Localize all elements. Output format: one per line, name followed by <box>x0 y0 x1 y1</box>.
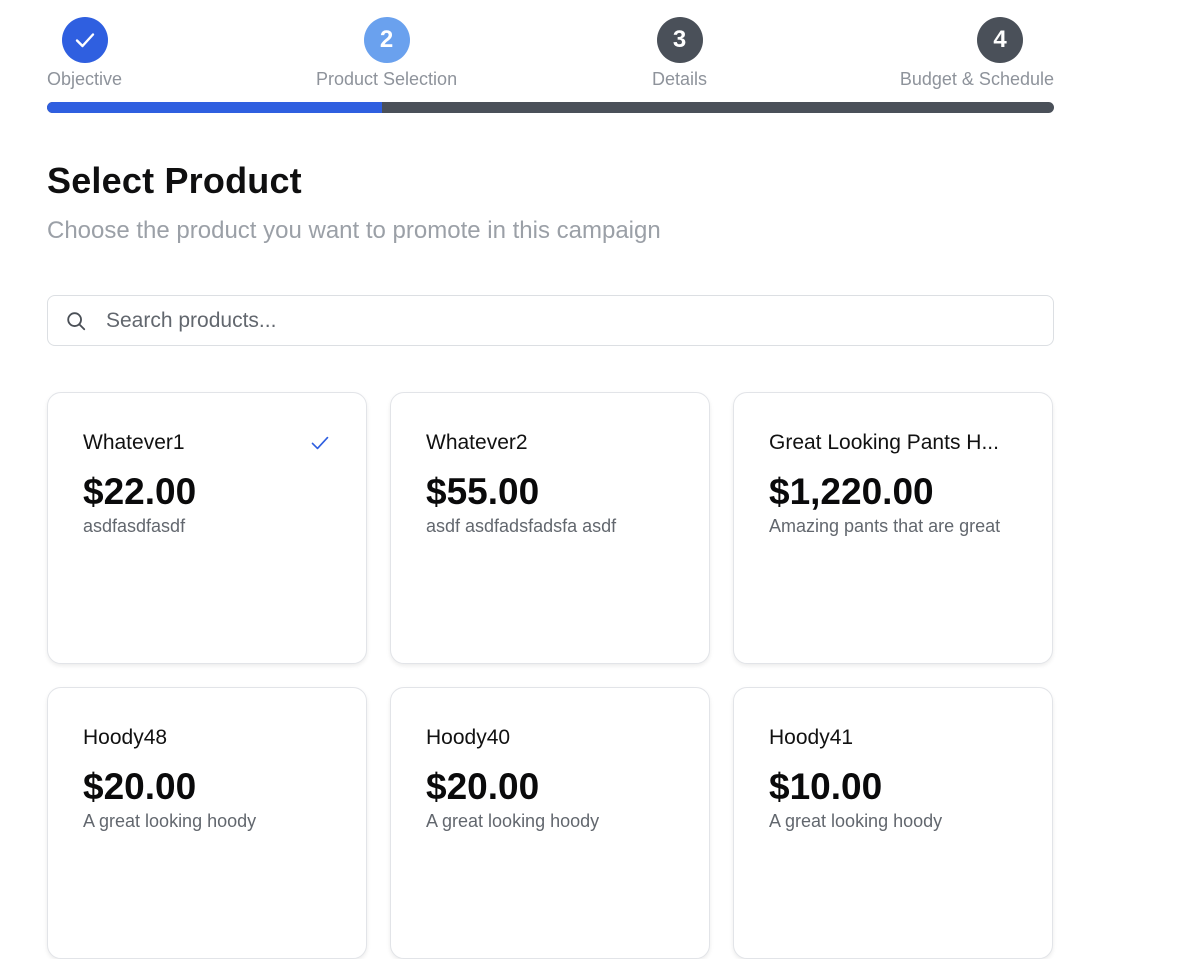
product-price: $22.00 <box>83 471 197 512</box>
product-name: Whatever2 <box>426 431 528 454</box>
search-icon <box>65 310 87 332</box>
product-card[interactable]: Hoody40 $20.00 A great looking hoody <box>390 687 710 959</box>
step-3-label: Details <box>652 69 708 89</box>
step-3-circle[interactable]: 3 <box>656 17 703 63</box>
step-objective[interactable]: Objective <box>47 17 122 90</box>
product-name: Great Looking Pants H... <box>769 431 999 454</box>
product-name: Hoody41 <box>769 726 854 749</box>
product-name: Hoody40 <box>426 726 511 749</box>
step-1-label: Objective <box>47 69 123 89</box>
product-price: $10.00 <box>769 766 883 807</box>
product-description: Amazing pants that are great <box>769 516 1001 536</box>
step-2-label: Product Selection <box>316 69 458 89</box>
step-1-circle[interactable] <box>62 17 108 63</box>
product-price: $20.00 <box>426 766 540 807</box>
step-budget-schedule[interactable]: 4 Budget & Schedule <box>900 17 1054 90</box>
product-card[interactable]: Hoody41 $10.00 A great looking hoody <box>733 687 1053 959</box>
step-4-label: Budget & Schedule <box>899 69 1054 89</box>
step-details[interactable]: 3 Details <box>652 17 707 90</box>
product-description: asdfasdfasdf <box>83 516 186 536</box>
product-description: A great looking hoody <box>83 811 257 831</box>
product-description: A great looking hoody <box>426 811 600 831</box>
stepper: Objective 2 Product Selection 3 Details … <box>47 0 1054 114</box>
product-card[interactable]: Great Looking Pants H... $1,220.00 Amazi… <box>733 392 1053 664</box>
product-description: A great looking hoody <box>769 811 943 831</box>
product-card[interactable]: Whatever1 $22.00 asdfasdfasdf <box>47 392 367 664</box>
campaign-wizard: Objective 2 Product Selection 3 Details … <box>47 0 1054 959</box>
product-price: $55.00 <box>426 471 540 512</box>
check-icon <box>75 33 95 48</box>
step-product-selection[interactable]: 2 Product Selection <box>316 17 457 90</box>
search-box[interactable] <box>47 295 1054 346</box>
product-card[interactable]: Whatever2 $55.00 asdf asdfadsfadsfa asdf <box>390 392 710 664</box>
selected-check-icon <box>311 436 329 450</box>
product-price: $20.00 <box>83 766 197 807</box>
product-price: $1,220.00 <box>769 471 934 512</box>
step-4-circle[interactable]: 4 <box>977 17 1023 63</box>
product-description: asdf asdfadsfadsfa asdf <box>426 516 617 536</box>
progress-bar <box>47 102 1054 113</box>
product-name: Whatever1 <box>83 431 185 454</box>
page-title: Select Product <box>47 160 302 201</box>
search-input[interactable] <box>106 308 1053 333</box>
progress-bar-fill <box>47 102 383 113</box>
product-card[interactable]: Hoody48 $20.00 A great looking hoody <box>47 687 367 959</box>
step-2-circle[interactable]: 2 <box>363 17 410 63</box>
product-grid: Whatever1 $22.00 asdfasdfasdf Whatever2 … <box>47 392 1054 959</box>
page-subtitle: Choose the product you want to promote i… <box>47 217 661 244</box>
product-name: Hoody48 <box>83 726 168 749</box>
